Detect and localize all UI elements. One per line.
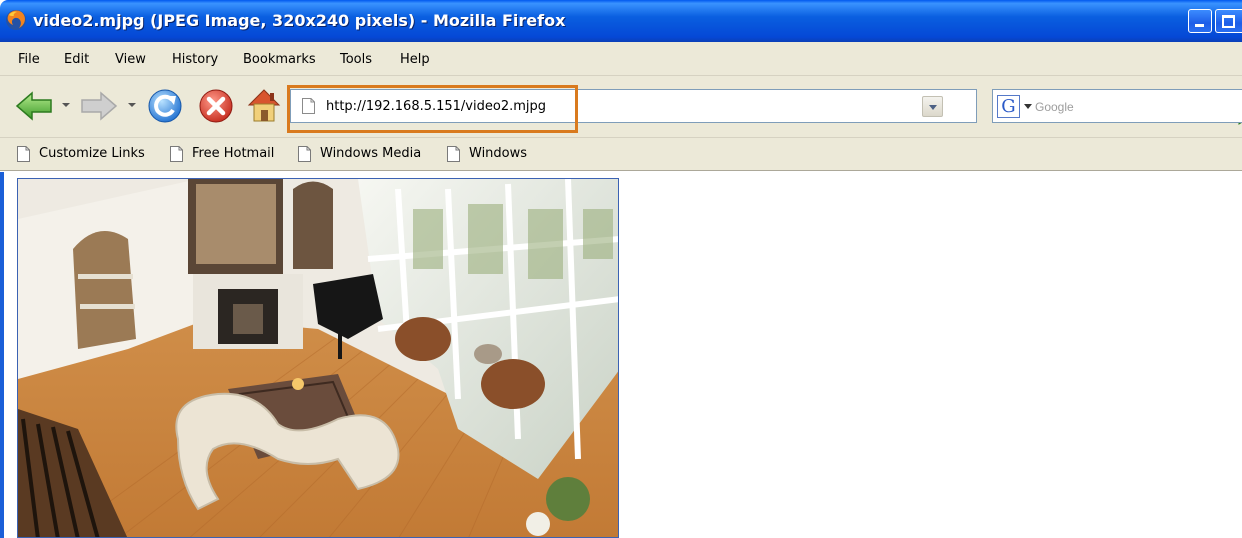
menu-view[interactable]: View [115, 52, 146, 67]
search-engine-dropdown-icon[interactable] [1024, 104, 1032, 109]
menu-bookmarks[interactable]: Bookmarks [243, 52, 316, 67]
menu-bar: File Edit View History Bookmarks Tools H… [0, 42, 1242, 76]
bookmarks-toolbar: Customize Links Free Hotmail Windows Med… [0, 138, 1242, 171]
firefox-icon [6, 10, 26, 30]
bookmark-label: Windows [469, 146, 528, 161]
google-engine-icon[interactable]: G [997, 95, 1020, 118]
home-button[interactable] [246, 86, 282, 124]
navigation-toolbar: http://192.168.5.151/video2.mjpg G Googl… [0, 76, 1242, 138]
window-title: video2.mjpg (JPEG Image, 320x240 pixels)… [33, 11, 566, 30]
reload-button[interactable] [147, 88, 183, 124]
bookmark-free-hotmail[interactable]: Free Hotmail [170, 145, 295, 165]
mjpeg-video-frame [17, 178, 619, 538]
menu-file[interactable]: File [18, 52, 40, 67]
page-icon [17, 146, 30, 162]
menu-help[interactable]: Help [400, 52, 430, 67]
url-history-dropdown[interactable] [922, 96, 943, 117]
page-icon [170, 146, 183, 162]
bookmark-label: Customize Links [39, 146, 145, 161]
stop-button[interactable] [198, 88, 234, 124]
menu-history[interactable]: History [172, 52, 218, 67]
forward-button[interactable] [79, 90, 119, 122]
minimize-button[interactable] [1188, 9, 1212, 33]
url-bar[interactable]: http://192.168.5.151/video2.mjpg [290, 89, 1242, 125]
title-bar[interactable]: video2.mjpg (JPEG Image, 320x240 pixels)… [0, 0, 1242, 42]
forward-history-dropdown[interactable] [128, 103, 136, 107]
back-history-dropdown[interactable] [62, 103, 70, 107]
search-box[interactable]: G Google [992, 89, 1242, 123]
living-room-image [18, 179, 618, 537]
page-icon [302, 98, 315, 114]
bookmark-windows-media[interactable]: Windows Media [298, 145, 438, 165]
window-left-border [0, 172, 4, 538]
menu-tools[interactable]: Tools [340, 52, 372, 67]
bookmark-label: Free Hotmail [192, 146, 275, 161]
search-input[interactable]: Google [1035, 100, 1074, 114]
menu-edit[interactable]: Edit [64, 52, 89, 67]
maximize-icon [1222, 15, 1235, 28]
page-icon [447, 146, 460, 162]
bookmark-windows[interactable]: Windows [447, 145, 542, 165]
minimize-icon [1195, 24, 1204, 27]
bookmark-label: Windows Media [320, 146, 422, 161]
back-button[interactable] [14, 90, 54, 122]
url-text[interactable]: http://192.168.5.151/video2.mjpg [326, 99, 546, 114]
bookmark-customize-links[interactable]: Customize Links [17, 145, 167, 165]
maximize-button[interactable] [1215, 9, 1242, 33]
page-icon [298, 146, 311, 162]
